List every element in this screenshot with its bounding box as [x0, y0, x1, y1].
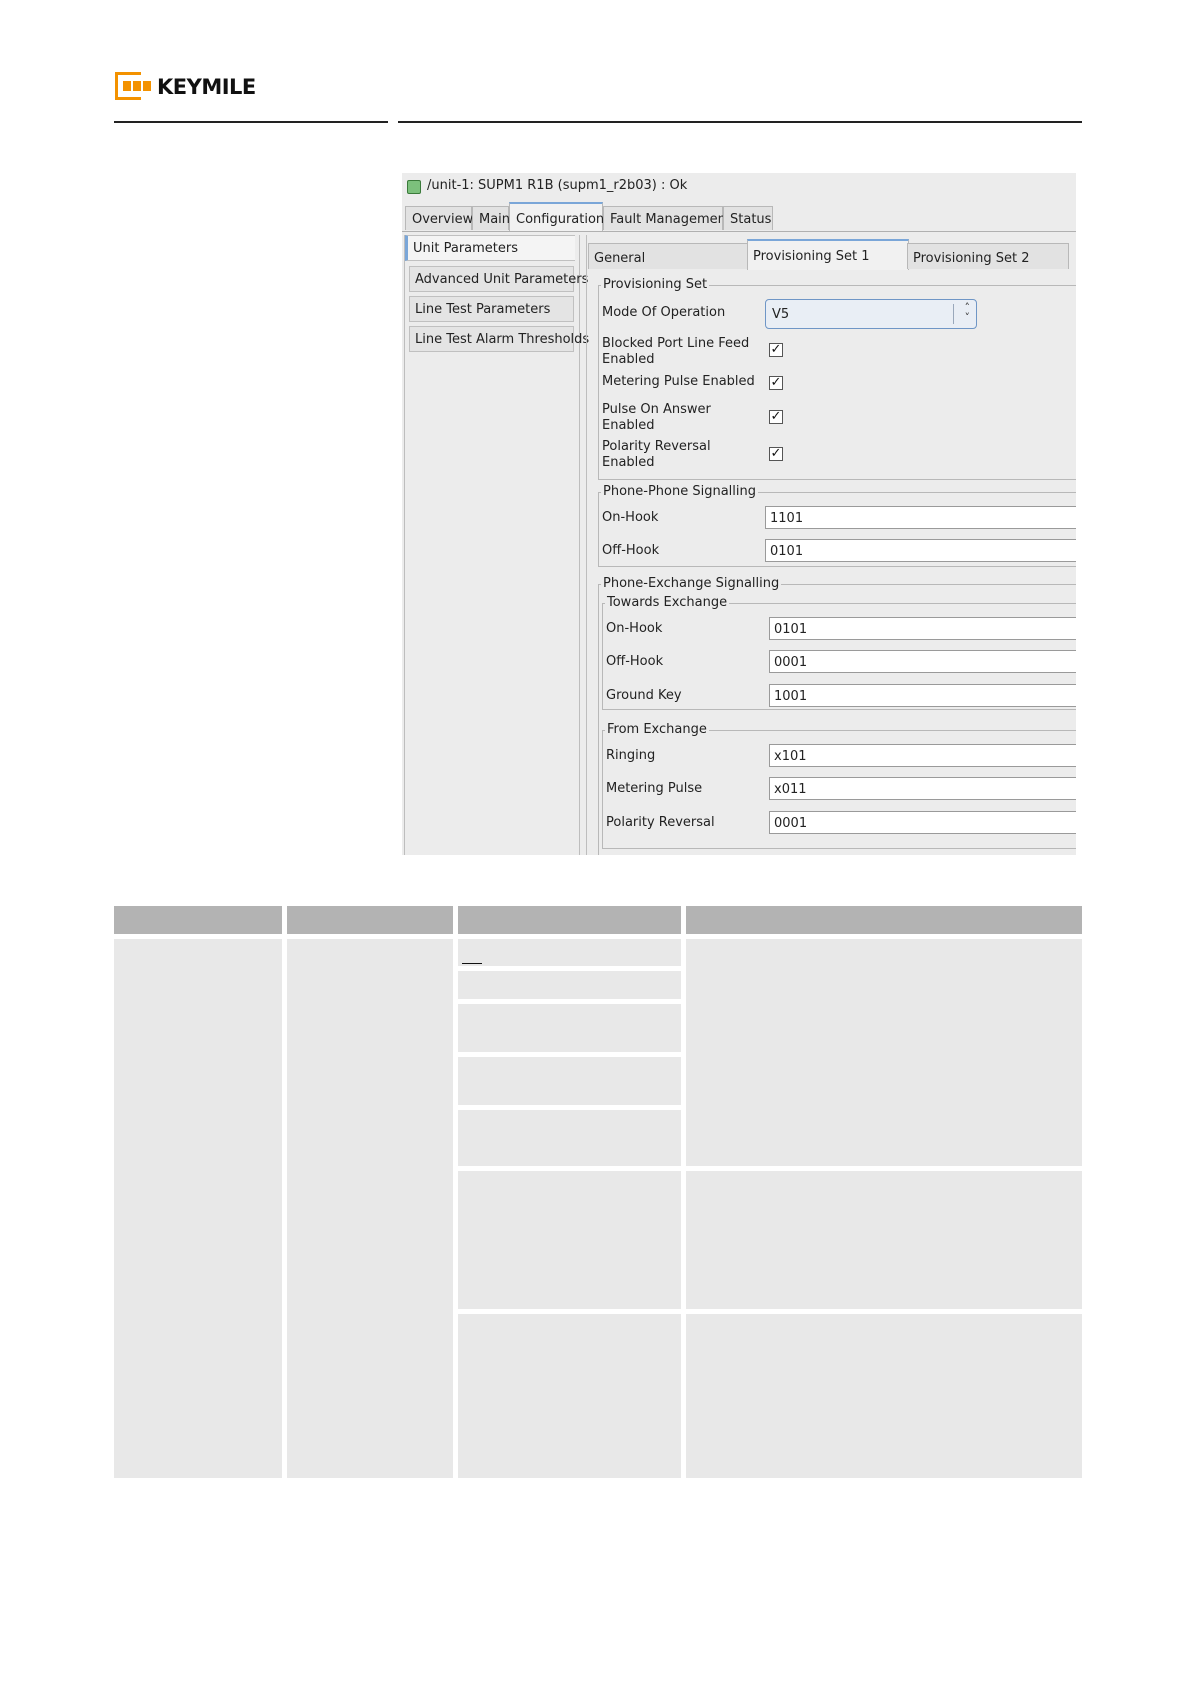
table-cell [458, 1057, 681, 1105]
pp-off-hook-label: Off-Hook [602, 543, 660, 558]
side-item-line-test-alarm-thresholds[interactable]: Line Test Alarm Thresholds [409, 326, 589, 352]
fe-polarity-reversal-label: Polarity Reversal [606, 815, 715, 830]
short-underline [462, 963, 482, 964]
tab-overview[interactable]: Overview [405, 206, 473, 230]
table-header-cell [114, 906, 282, 934]
te-ground-key-field[interactable]: 1001 [769, 684, 1076, 707]
pulse-on-answer-checkbox[interactable]: ✓ [769, 410, 783, 424]
fe-metering-pulse-label: Metering Pulse [606, 781, 703, 796]
table-cell [458, 971, 681, 999]
phone-phone-signalling-label: Phone-Phone Signalling [601, 484, 759, 499]
header-rule-left [114, 121, 388, 123]
brand-name: KEYMILE [157, 75, 256, 99]
mode-of-operation-label: Mode Of Operation [602, 305, 726, 320]
tab-configuration[interactable]: Configuration [509, 202, 604, 232]
tab-provisioning-set-1[interactable]: Provisioning Set 1 [747, 239, 909, 270]
table-cell [686, 1314, 1082, 1478]
te-on-hook-field[interactable]: 0101 [769, 617, 1076, 640]
side-item-advanced-unit-parameters[interactable]: Advanced Unit Parameters [409, 266, 588, 292]
table-header-cell [458, 906, 681, 934]
table-cell [686, 939, 1082, 1166]
te-off-hook-label: Off-Hook [606, 654, 664, 669]
tab-general[interactable]: General [588, 243, 750, 269]
blocked-port-line-feed-checkbox[interactable]: ✓ [769, 343, 783, 357]
metering-pulse-enabled-label: Metering Pulse Enabled [602, 374, 755, 389]
polarity-reversal-enabled-label: Polarity Reversal Enabled [602, 439, 711, 470]
keymile-logo-mark-icon [115, 72, 153, 102]
configuration-screenshot: /unit-1: SUPM1 R1B (supm1_r2b03) : Ok Ov… [402, 173, 1076, 855]
polarity-reversal-enabled-checkbox[interactable]: ✓ [769, 447, 783, 461]
provisioning-set-label: Provisioning Set [601, 277, 710, 292]
pp-on-hook-label: On-Hook [602, 510, 659, 525]
table-header-cell [287, 906, 453, 934]
table-cell [458, 1314, 681, 1478]
side-item-line-test-parameters[interactable]: Line Test Parameters [409, 296, 574, 322]
towards-exchange-label: Towards Exchange [605, 595, 730, 610]
table-cell [458, 1110, 681, 1166]
from-exchange-label: From Exchange [605, 722, 709, 737]
side-item-unit-parameters[interactable]: Unit Parameters [405, 235, 575, 261]
table-header-cell [686, 906, 1082, 934]
te-off-hook-field[interactable]: 0001 [769, 650, 1076, 673]
tab-status[interactable]: Status [723, 206, 773, 230]
te-ground-key-label: Ground Key [606, 688, 682, 703]
fe-ringing-label: Ringing [606, 748, 656, 763]
tab-main[interactable]: Main [472, 206, 510, 230]
pulse-on-answer-label: Pulse On Answer Enabled [602, 402, 711, 433]
fe-metering-pulse-field[interactable]: x011 [769, 777, 1076, 800]
keymile-logo: KEYMILE [115, 72, 256, 102]
fe-ringing-field[interactable]: x101 [769, 744, 1076, 767]
tab-provisioning-set-2[interactable]: Provisioning Set 2 [907, 243, 1069, 269]
blocked-port-line-feed-label: Blocked Port Line Feed Enabled [602, 336, 750, 367]
table-cell [458, 1171, 681, 1309]
unit-title: /unit-1: SUPM1 R1B (supm1_r2b03) : Ok [427, 178, 688, 193]
up-down-chevron-icon: ˄ ˅ [964, 301, 971, 324]
fe-polarity-reversal-field[interactable]: 0001 [769, 811, 1076, 834]
table-cell [287, 939, 453, 1478]
green-status-square-icon [407, 180, 421, 194]
pp-off-hook-field[interactable]: 0101 [765, 539, 1076, 562]
mode-of-operation-select[interactable]: V5 ˄ ˅ [765, 299, 977, 329]
table-cell [458, 1004, 681, 1052]
header-rule-right [398, 121, 1082, 123]
tab-fault-management[interactable]: Fault Management [603, 206, 731, 230]
table-cell [114, 939, 282, 1478]
pp-on-hook-field[interactable]: 1101 [765, 506, 1076, 529]
phone-exchange-signalling-label: Phone-Exchange Signalling [601, 576, 782, 591]
tab-underline [402, 231, 1076, 232]
metering-pulse-enabled-checkbox[interactable]: ✓ [769, 376, 783, 390]
table-cell [686, 1171, 1082, 1309]
te-on-hook-label: On-Hook [606, 621, 663, 636]
table-cell [458, 939, 681, 966]
